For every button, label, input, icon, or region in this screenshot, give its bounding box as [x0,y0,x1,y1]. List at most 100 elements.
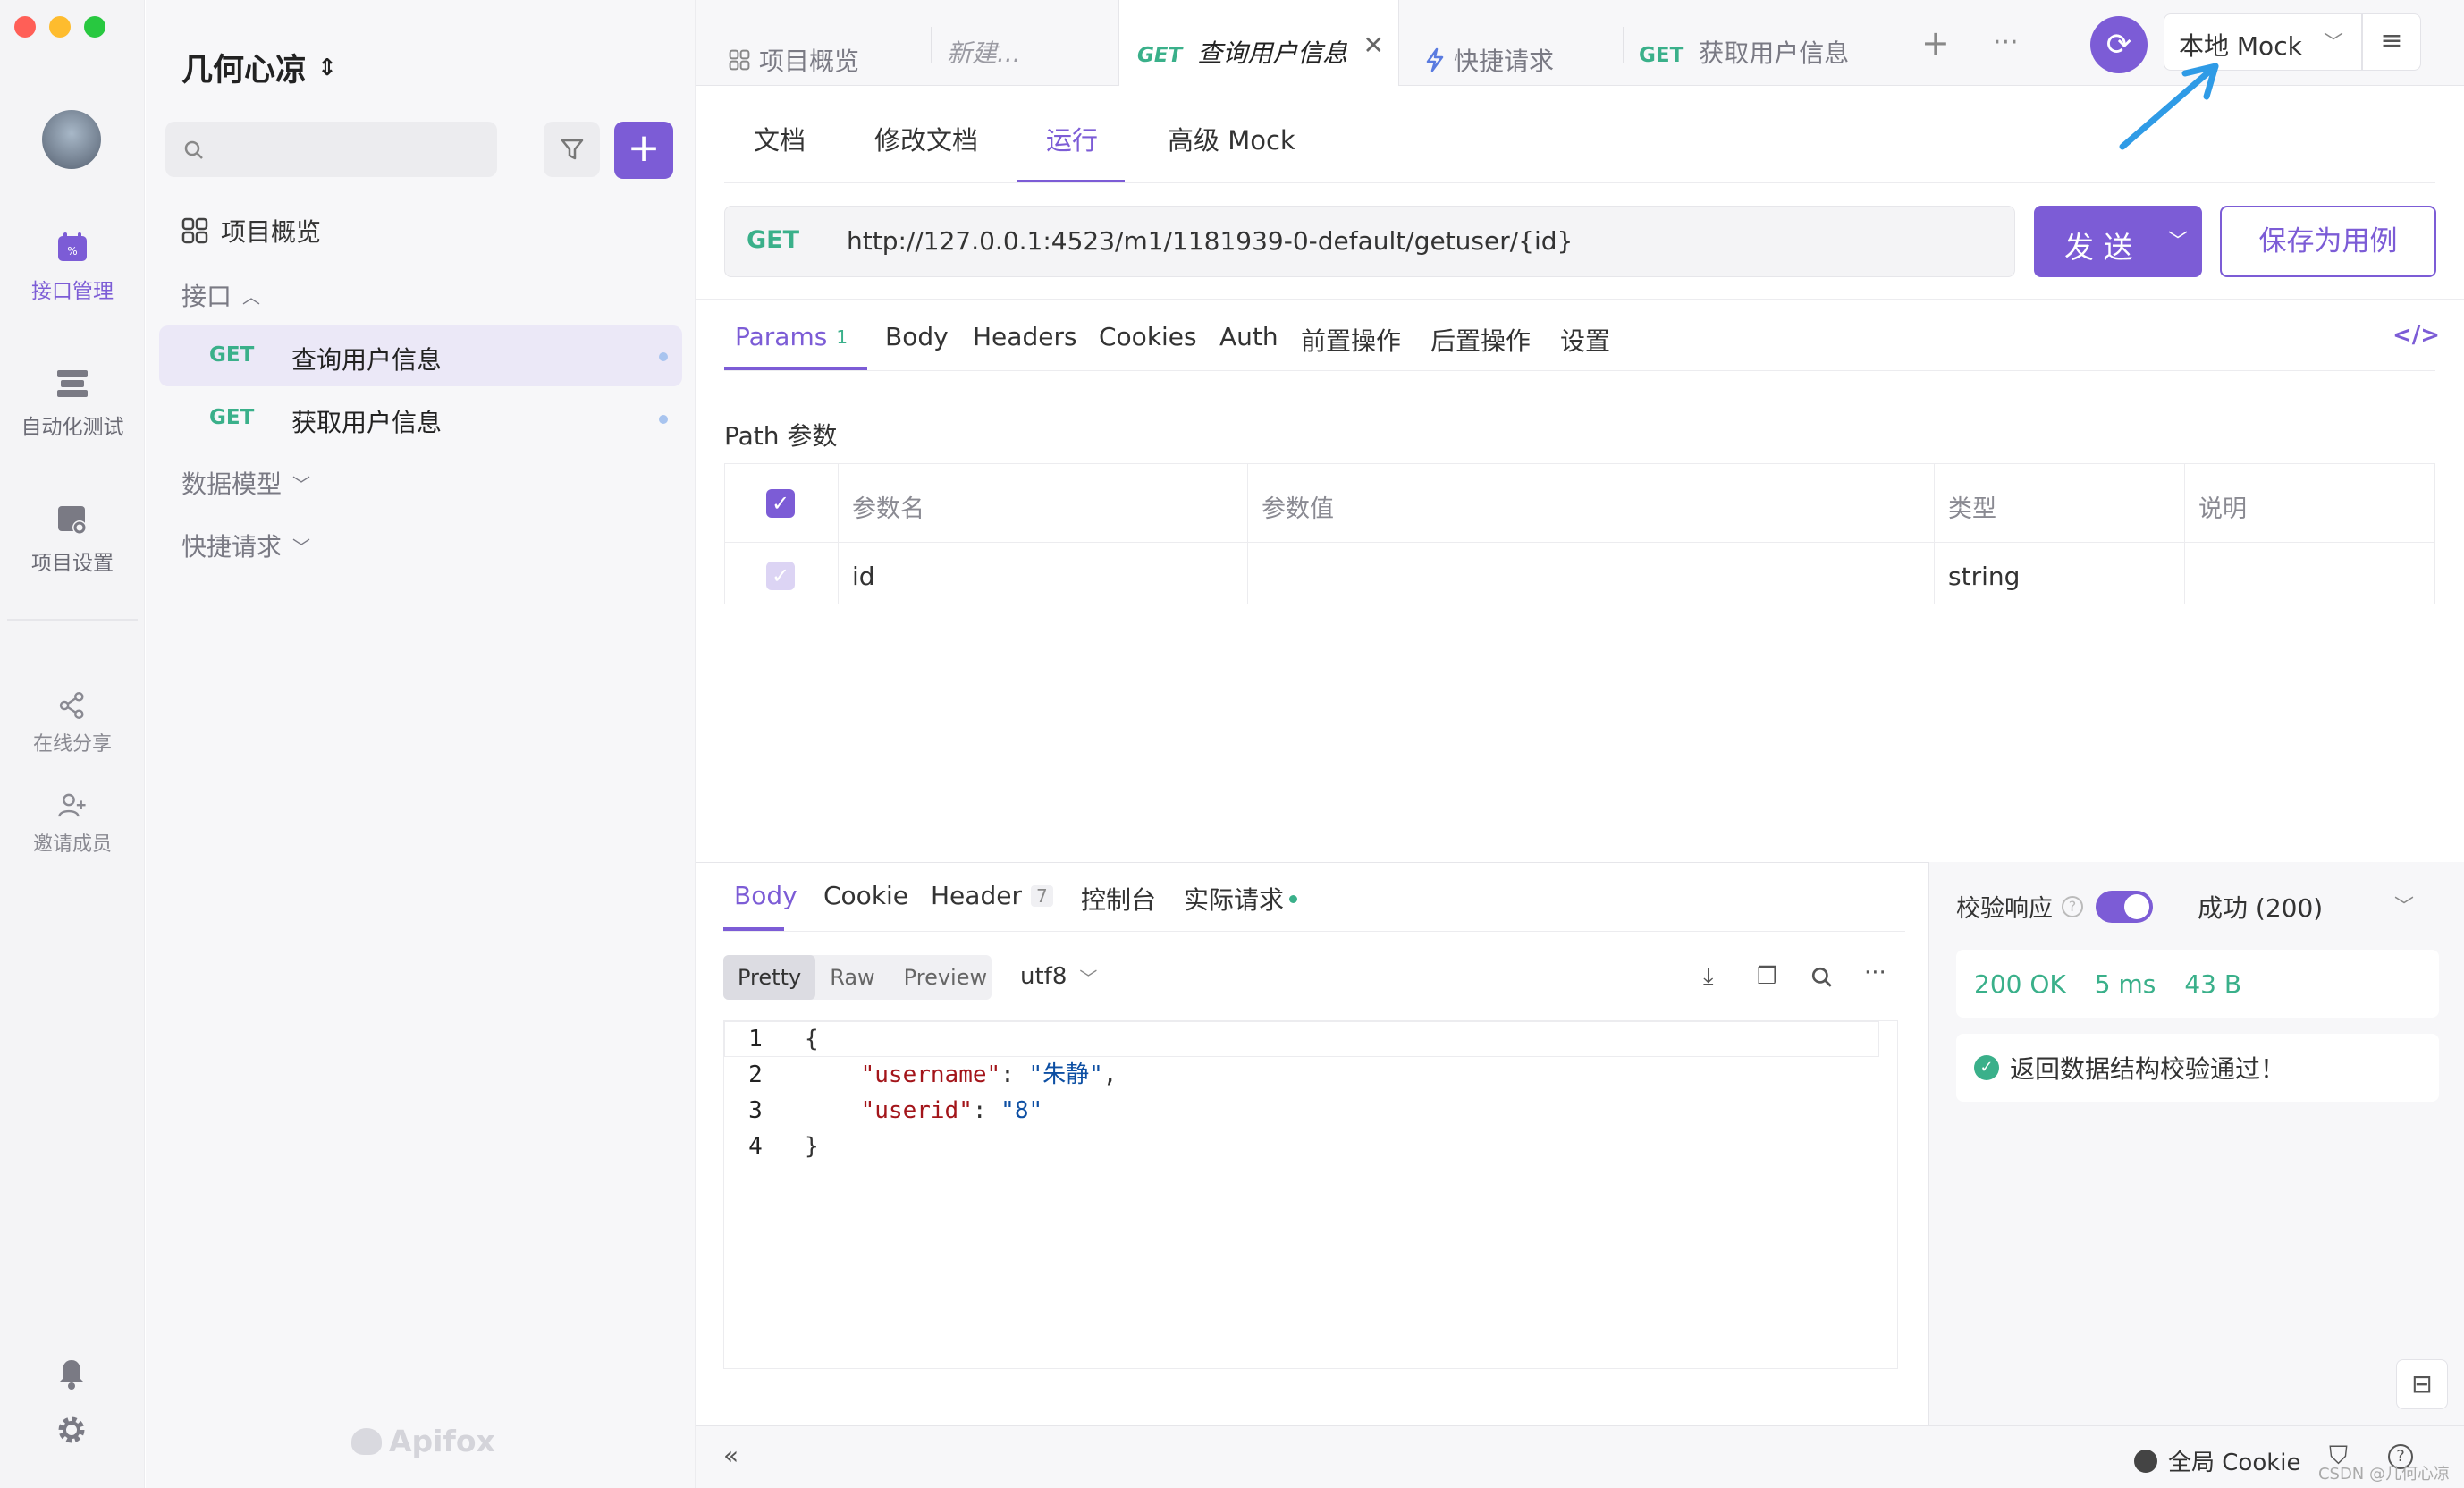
encoding-select[interactable]: utf8 ﹀ [1020,963,1097,990]
tab-divider [931,27,932,63]
param-type[interactable]: string [1934,544,2184,604]
hamburger-icon: ≡ [2380,25,2403,56]
sidebar-group-data-model[interactable]: 数据模型 ﹀ [181,465,310,501]
filter-button[interactable] [544,122,600,177]
api-item[interactable]: GET 获取用户信息 [159,388,682,449]
subtab-edit-doc[interactable]: 修改文档 [874,120,978,157]
code-line: } [805,1129,819,1164]
send-button[interactable]: 发 送 ﹀ [2034,206,2202,277]
resp-tab-cookie[interactable]: Cookie [823,881,908,910]
chevron-down-icon[interactable]: ﹀ [2394,891,2414,919]
project-switcher[interactable]: 几何心凉 ⇕ [181,45,337,90]
param-value-input[interactable] [1247,544,1934,604]
copy-icon[interactable]: ❐ [1757,963,1777,990]
select-all-checkbox[interactable]: ✓ [766,489,795,518]
validation-result-select[interactable]: 成功 (200) [2198,889,2323,925]
row-checkbox[interactable]: ✓ [766,562,795,590]
sidebar-group-quick-request[interactable]: 快捷请求 ﹀ [181,528,310,563]
minimize-window-button[interactable] [49,16,71,38]
sidebar-item-overview[interactable]: 项目概览 [181,213,321,249]
close-window-button[interactable] [14,16,36,38]
resp-tab-actual-request[interactable]: 实际请求 [1184,881,1298,917]
mode-pretty[interactable]: Pretty [723,955,816,1000]
nav-automation-test[interactable]: 自动化测试 [0,365,145,440]
tab-overview[interactable]: 项目概览 [729,0,859,86]
resp-tab-header[interactable]: Header 7 [931,881,1053,910]
more-tabs-icon[interactable]: ··· [1993,27,2019,58]
download-icon[interactable]: ⤓ [1703,963,1714,991]
mode-preview[interactable]: Preview [890,955,1001,1000]
api-management-icon: % [58,232,87,261]
maximize-window-button[interactable] [84,16,105,38]
tab-params[interactable]: Params 1 [735,322,848,351]
url-bar[interactable]: GET http://127.0.0.1:4523/m1/1181939-0-d… [724,206,2015,277]
layout-toggle-icon[interactable]: ⊟ [2396,1359,2448,1409]
automation-test-icon [57,370,88,397]
code-token: , [1102,1061,1118,1088]
tab-pre-process[interactable]: 前置操作 [1301,322,1401,358]
chevron-down-icon: ﹀ [2323,32,2343,55]
tab-settings[interactable]: 设置 [1560,322,1610,358]
tab-get-user[interactable]: GET 获取用户信息 [1639,0,1849,86]
column-header: 说明 [2184,464,2434,543]
gear-icon[interactable] [55,1414,88,1446]
line-number: 2 [748,1061,763,1088]
validate-toggle[interactable] [2096,890,2153,923]
message-text: 返回数据结构校验通过！ [2010,1054,2286,1084]
column-header: 参数值 [1247,464,1934,543]
tab-quick-request[interactable]: 快捷请求 [1425,0,1554,86]
bell-icon[interactable] [55,1357,88,1390]
resp-tab-body[interactable]: Body [734,881,797,910]
code-token: { [805,1026,819,1053]
sidebar-group-api[interactable]: 接口 ︿ [181,277,260,313]
method-select[interactable]: GET [747,226,799,254]
more-icon[interactable]: ··· [1864,960,1886,986]
subtab-run[interactable]: 运行 [1046,120,1098,157]
subtab-advanced-mock[interactable]: 高级 Mock [1168,120,1295,157]
validate-response-row: 校验响应 ? [1956,889,2153,924]
global-cookie-button[interactable]: 全局 Cookie [2134,1444,2301,1477]
save-as-case-button[interactable]: 保存为用例 [2220,206,2436,277]
tab-body[interactable]: Body [885,322,949,351]
chevron-up-icon: ︿ [242,285,261,308]
code-icon[interactable]: </> [2392,322,2440,349]
close-icon[interactable]: ✕ [1363,30,1384,60]
tab-new[interactable]: 新建... [947,0,1021,86]
project-settings-icon [58,506,87,535]
group-label: 接口 [181,282,232,311]
cookie-label: 全局 Cookie [2168,1450,2301,1476]
tab-post-process[interactable]: 后置操作 [1430,322,1531,358]
response-body-editor[interactable]: 1 2 3 4 { "username": "朱静", "userid": "8… [723,1020,1898,1369]
invite-member-icon [58,793,86,817]
chevron-down-icon[interactable]: ﹀ [2168,225,2188,254]
nav-label: 邀请成员 [32,833,112,856]
url-input[interactable]: http://127.0.0.1:4523/m1/1181939-0-defau… [847,226,1573,256]
help-icon[interactable]: ? [2062,895,2083,917]
nav-invite[interactable]: 邀请成员 [0,790,145,857]
nav-api-management[interactable]: % 接口管理 [0,229,145,304]
param-desc[interactable] [2184,544,2434,604]
subtab-doc[interactable]: 文档 [754,120,806,157]
tab-query-user[interactable]: GET 查询用户信息 ✕ [1118,0,1399,86]
method-badge: GET [1137,44,1183,67]
group-label: 数据模型 [181,469,283,499]
resp-tab-console[interactable]: 控制台 [1081,881,1156,917]
api-item[interactable]: GET 查询用户信息 [159,326,682,386]
environment-menu-button[interactable]: ≡ [2362,13,2421,71]
search-input[interactable] [165,122,497,177]
section-title: Path 参数 [724,421,838,451]
collapse-sidebar-icon[interactable]: « [723,1441,738,1470]
tab-cookies[interactable]: Cookies [1099,322,1197,351]
chevron-down-icon: ﹀ [1079,967,1098,989]
method-badge: GET [209,343,255,367]
search-icon[interactable] [1810,966,1834,989]
nav-project-settings[interactable]: 项目设置 [0,501,145,576]
tab-headers[interactable]: Headers [973,322,1077,351]
nav-share[interactable]: 在线分享 [0,690,145,757]
add-button[interactable]: + [614,122,673,179]
param-name[interactable]: id [838,544,1247,604]
avatar[interactable] [42,110,101,169]
mode-raw[interactable]: Raw [815,955,889,1000]
tab-auth[interactable]: Auth [1219,322,1278,351]
add-tab-icon[interactable]: + [1921,23,1950,63]
